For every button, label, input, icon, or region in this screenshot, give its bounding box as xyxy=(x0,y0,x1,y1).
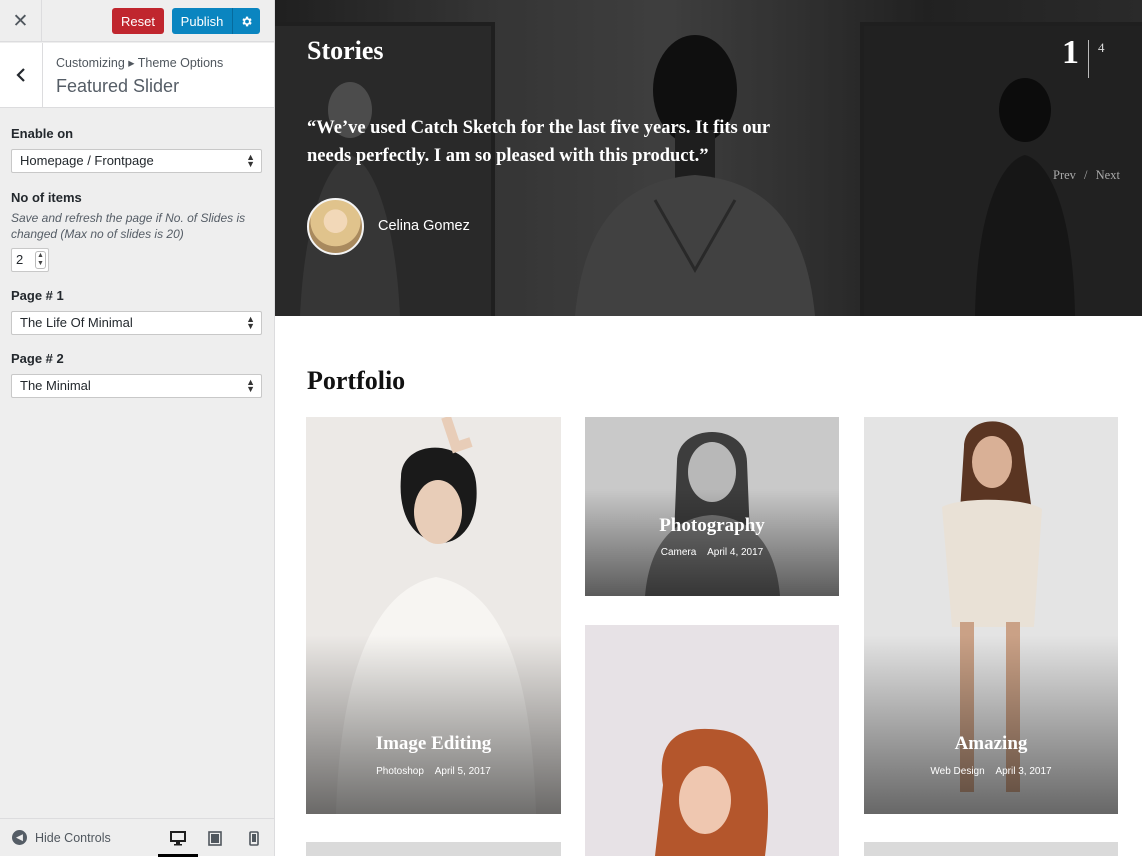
testimonial-author: Celina Gomez xyxy=(378,218,470,234)
section-header: Customizing ▸ Theme Options Featured Sli… xyxy=(0,43,274,108)
stepper-icon[interactable]: ▲ ▼ xyxy=(35,251,46,269)
desktop-icon xyxy=(170,830,186,845)
portfolio-item-date: April 3, 2017 xyxy=(995,766,1052,777)
page1-select[interactable]: The Life Of Minimal ▲ ▼ xyxy=(11,311,262,335)
card-gradient xyxy=(864,635,1118,814)
portfolio-item-title[interactable]: Image Editing xyxy=(306,733,561,755)
testimonial-slider: Stories “We’ve used Catch Sketch for the… xyxy=(275,0,1142,316)
slide-counter-divider xyxy=(1088,40,1089,78)
enable-on-label: Enable on xyxy=(11,126,74,141)
customizer-header: ✕ Reset Publish xyxy=(0,0,274,42)
section-title: Featured Slider xyxy=(56,76,180,96)
portfolio-item[interactable]: Image Editing Photoshop April 5, 2017 xyxy=(306,417,561,814)
arrow-left-circle-icon: ◀ xyxy=(12,830,27,845)
page2-select[interactable]: The Minimal ▲ ▼ xyxy=(11,374,262,398)
page2-value: The Minimal xyxy=(20,378,91,393)
hide-controls-button[interactable]: ◀ Hide Controls xyxy=(12,830,111,845)
portfolio-item-date: April 5, 2017 xyxy=(434,766,491,777)
gear-icon xyxy=(242,16,252,26)
customizer-sidebar: ✕ Reset Publish Customizing ▸ Theme Opti… xyxy=(0,0,275,857)
portfolio-item-category[interactable]: Camera xyxy=(661,547,697,558)
portfolio-photo xyxy=(655,728,768,856)
items-label: No of items xyxy=(11,190,82,205)
portfolio-item-category[interactable]: Web Design xyxy=(930,766,984,777)
nav-separator: / xyxy=(1084,168,1088,182)
next-link[interactable]: Next xyxy=(1096,168,1120,182)
portfolio-item[interactable] xyxy=(585,625,839,856)
portfolio-item-meta: Photoshop April 5, 2017 xyxy=(306,766,561,777)
slider-navigation: Prev / Next xyxy=(1053,168,1120,183)
mobile-icon xyxy=(249,830,259,846)
customizer-footer: ◀ Hide Controls xyxy=(0,818,274,857)
items-value: 2 xyxy=(16,252,24,267)
portfolio-item-title[interactable]: Amazing xyxy=(864,733,1118,755)
page2-label: Page # 2 xyxy=(11,351,64,366)
portfolio-item-meta: Camera April 4, 2017 xyxy=(585,547,839,558)
portfolio-heading: Portfolio xyxy=(307,366,406,395)
items-number-input[interactable]: 2 ▲ ▼ xyxy=(11,248,49,272)
page1-value: The Life Of Minimal xyxy=(20,315,133,330)
page1-label: Page # 1 xyxy=(11,288,64,303)
site-preview: Stories “We’ve used Catch Sketch for the… xyxy=(275,0,1142,856)
desktop-preview-button[interactable] xyxy=(169,829,187,847)
publish-settings-button[interactable] xyxy=(233,8,260,34)
total-slides-number: 4 xyxy=(1098,40,1105,55)
select-arrows-icon: ▲ ▼ xyxy=(246,314,255,331)
chevron-left-icon xyxy=(16,68,25,82)
tablet-preview-button[interactable] xyxy=(206,829,224,847)
testimonial-quote: “We’ve used Catch Sketch for the last fi… xyxy=(307,118,770,166)
prev-link[interactable]: Prev xyxy=(1053,168,1076,182)
close-icon[interactable]: ✕ xyxy=(0,0,42,42)
portfolio-item[interactable] xyxy=(864,842,1118,856)
avatar xyxy=(307,198,364,255)
enable-on-select[interactable]: Homepage / Frontpage ▲ ▼ xyxy=(11,149,262,173)
portfolio-item[interactable] xyxy=(306,842,561,856)
portfolio-item[interactable]: Amazing Web Design April 3, 2017 xyxy=(864,417,1118,814)
mobile-preview-button[interactable] xyxy=(245,829,263,847)
enable-on-value: Homepage / Frontpage xyxy=(20,153,154,168)
portfolio-item[interactable]: Photography Camera April 4, 2017 xyxy=(585,417,839,596)
card-gradient xyxy=(306,635,561,814)
publish-button[interactable]: Publish xyxy=(172,8,233,34)
back-button[interactable] xyxy=(0,43,43,107)
portfolio-item-category[interactable]: Photoshop xyxy=(376,766,424,777)
card-gradient xyxy=(585,488,839,596)
select-arrows-icon: ▲ ▼ xyxy=(246,152,255,169)
items-description: Save and refresh the page if No. of Slid… xyxy=(11,211,246,241)
portfolio-item-date: April 4, 2017 xyxy=(707,547,764,558)
select-arrows-icon: ▲ ▼ xyxy=(246,377,255,394)
tablet-icon xyxy=(208,830,222,846)
portfolio-item-meta: Web Design April 3, 2017 xyxy=(864,766,1118,777)
reset-button[interactable]: Reset xyxy=(112,8,164,34)
portfolio-item-title[interactable]: Photography xyxy=(585,515,839,537)
current-slide-number: 1 xyxy=(1062,34,1079,71)
stories-heading: Stories xyxy=(307,36,384,65)
breadcrumb: Customizing ▸ Theme Options xyxy=(56,56,224,70)
hide-controls-label: Hide Controls xyxy=(35,830,111,845)
